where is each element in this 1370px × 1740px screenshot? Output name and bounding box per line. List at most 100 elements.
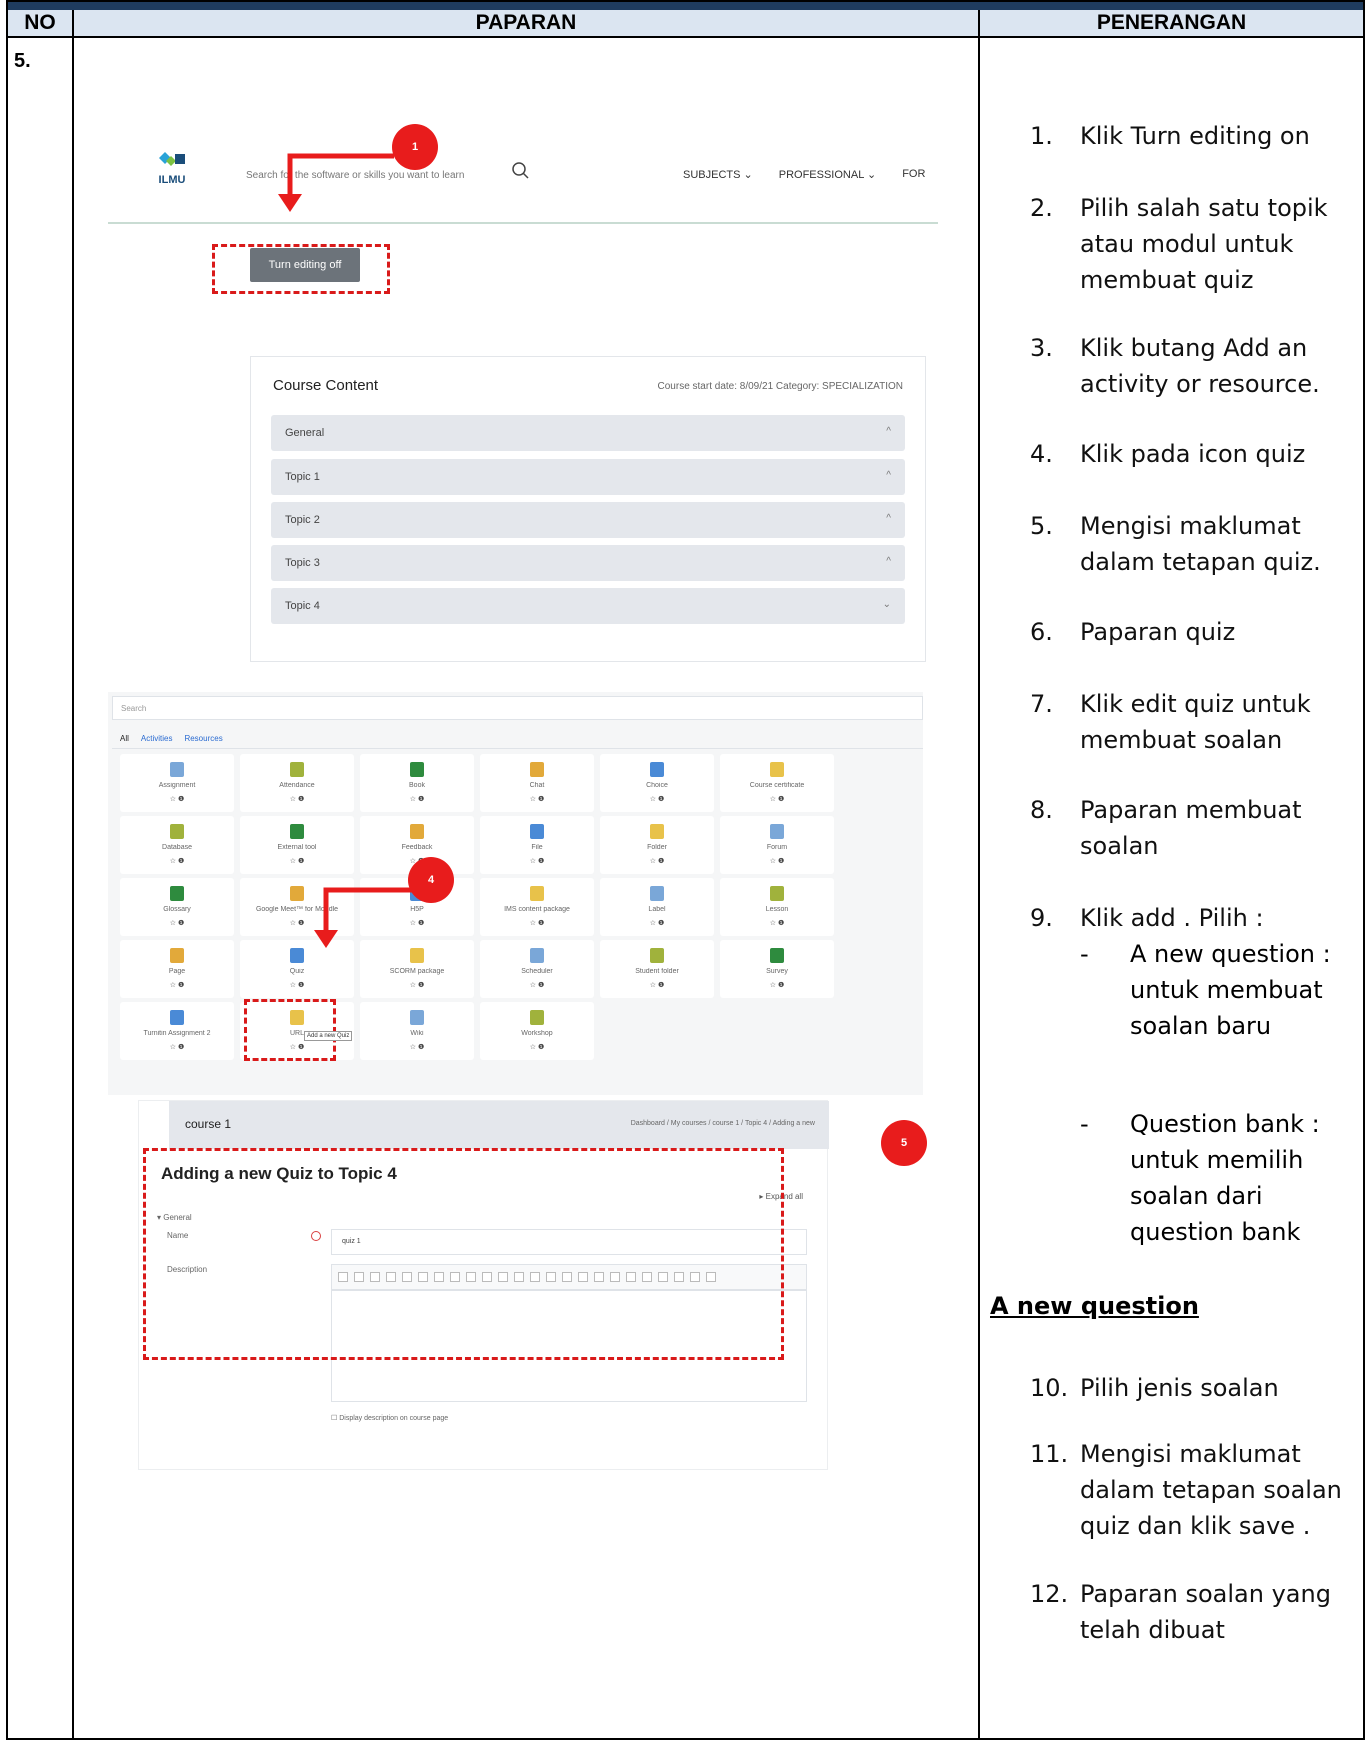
activity-tile[interactable]: Assignment ☆ ❶ (120, 754, 234, 812)
highlight-box (143, 1148, 784, 1360)
activity-label: IMS content package (504, 906, 570, 913)
activity-tile[interactable]: Folder ☆ ❶ (600, 816, 714, 874)
col-divider (72, 10, 74, 1740)
sub-step-new-question: -A new question : untuk membuat soalan b… (1080, 940, 1331, 1040)
section-general[interactable]: General ^ (271, 415, 905, 451)
star-info-icons[interactable]: ☆ ❶ (120, 1043, 234, 1051)
activity-tile[interactable]: Scheduler ☆ ❶ (480, 940, 594, 998)
activity-label: Course certificate (749, 782, 805, 789)
star-info-icons[interactable]: ☆ ❶ (480, 919, 594, 927)
activity-icon (290, 886, 304, 901)
activity-icon (410, 1010, 424, 1025)
star-info-icons[interactable]: ☆ ❶ (720, 981, 834, 989)
step-marker-4: 4 (408, 857, 454, 903)
activity-tile[interactable]: Page ☆ ❶ (120, 940, 234, 998)
section-topic-3[interactable]: Topic 3 ^ (271, 545, 905, 581)
col-divider (978, 10, 980, 1740)
subheading: A new question (990, 1292, 1199, 1320)
top-nav: SUBJECTS ⌄ PROFESSIONAL ⌄ FOR (683, 168, 925, 181)
star-info-icons[interactable]: ☆ ❶ (120, 919, 234, 927)
activity-label: Workshop (521, 1030, 553, 1037)
ilmu-logo: ILMU (152, 150, 192, 186)
activity-label: Choice (646, 782, 668, 789)
logo-icon (157, 150, 187, 172)
activity-icon (770, 886, 784, 901)
activity-tile[interactable]: Forum ☆ ❶ (720, 816, 834, 874)
course-content-title: Course Content (273, 377, 379, 394)
star-info-icons[interactable]: ☆ ❶ (720, 919, 834, 927)
activity-tile[interactable]: Turnitin Assignment 2 ☆ ❶ (120, 1002, 234, 1060)
activity-tile[interactable]: Database ☆ ❶ (120, 816, 234, 874)
activity-label: SCORM package (389, 968, 445, 975)
nav-subjects[interactable]: SUBJECTS ⌄ (683, 168, 753, 181)
star-info-icons[interactable]: ☆ ❶ (240, 981, 354, 989)
star-info-icons[interactable]: ☆ ❶ (360, 795, 474, 803)
chevron-down-icon: ⌄ (882, 599, 891, 610)
star-info-icons[interactable]: ☆ ❶ (480, 857, 594, 865)
section-topic-4[interactable]: Topic 4 ⌄ (271, 588, 905, 624)
star-info-icons[interactable]: ☆ ❶ (120, 981, 234, 989)
search-icon[interactable] (510, 160, 530, 180)
chevron-up-icon: ^ (886, 556, 891, 567)
turn-editing-button[interactable]: Turn editing off (250, 248, 360, 282)
header-no: NO (8, 10, 72, 38)
logo-text: ILMU (158, 174, 186, 186)
activity-label: File (531, 844, 543, 851)
activity-tile[interactable]: Attendance ☆ ❶ (240, 754, 354, 812)
star-info-icons[interactable]: ☆ ❶ (360, 1043, 474, 1051)
activity-icon (530, 824, 544, 839)
activity-tile[interactable]: Course certificate ☆ ❶ (720, 754, 834, 812)
activity-tile[interactable]: Lesson ☆ ❶ (720, 878, 834, 936)
activity-label: Chat (529, 782, 545, 789)
star-info-icons[interactable]: ☆ ❶ (720, 795, 834, 803)
activity-tile[interactable]: Chat ☆ ❶ (480, 754, 594, 812)
star-info-icons[interactable]: ☆ ❶ (600, 981, 714, 989)
display-description-checkbox[interactable]: ☐ Display description on course page (331, 1414, 448, 1422)
star-info-icons[interactable]: ☆ ❶ (600, 919, 714, 927)
star-info-icons[interactable]: ☆ ❶ (120, 795, 234, 803)
activity-tile[interactable]: Student folder ☆ ❶ (600, 940, 714, 998)
star-info-icons[interactable]: ☆ ❶ (600, 857, 714, 865)
star-info-icons[interactable]: ☆ ❶ (360, 981, 474, 989)
section-topic-2[interactable]: Topic 2 ^ (271, 502, 905, 538)
step-7: 7. Klik edit quiz untuk membuat soalan (1030, 690, 1311, 754)
activity-label: Survey (766, 968, 788, 975)
activity-tile[interactable]: Wiki ☆ ❶ (360, 1002, 474, 1060)
star-info-icons[interactable]: ☆ ❶ (600, 795, 714, 803)
star-info-icons[interactable]: ☆ ❶ (120, 857, 234, 865)
step-1: 1. Klik Turn editing on (1030, 122, 1310, 150)
activity-icon (170, 886, 184, 901)
section-topic-1[interactable]: Topic 1 ^ (271, 459, 905, 495)
course-name: course 1 (185, 1117, 232, 1131)
nav-for[interactable]: FOR (902, 168, 925, 181)
activity-tile[interactable]: Book ☆ ❶ (360, 754, 474, 812)
activity-icon (290, 762, 304, 777)
activity-icon (530, 886, 544, 901)
activity-label: Lesson (765, 906, 789, 913)
activity-tile[interactable]: Label ☆ ❶ (600, 878, 714, 936)
breadcrumb: Dashboard / My courses / course 1 / Topi… (630, 1120, 815, 1127)
activity-icon (290, 948, 304, 963)
activity-label: Attendance (279, 782, 315, 789)
activity-tile[interactable]: Workshop ☆ ❶ (480, 1002, 594, 1060)
activity-tile[interactable]: Glossary ☆ ❶ (120, 878, 234, 936)
activity-icon (650, 762, 664, 777)
header-description: PENERANGAN (980, 10, 1363, 38)
activity-tile[interactable]: Survey ☆ ❶ (720, 940, 834, 998)
activity-label: Student folder (635, 968, 679, 975)
step-8: 8. Paparan membuat soalan (1030, 796, 1302, 860)
header-divider (108, 222, 938, 224)
activity-label: Wiki (410, 1030, 424, 1037)
activity-tile[interactable]: Choice ☆ ❶ (600, 754, 714, 812)
activity-label: Book (409, 782, 425, 789)
star-info-icons[interactable]: ☆ ❶ (720, 857, 834, 865)
star-info-icons[interactable]: ☆ ❶ (240, 795, 354, 803)
star-info-icons[interactable]: ☆ ❶ (480, 981, 594, 989)
star-info-icons[interactable]: ☆ ❶ (480, 1043, 594, 1051)
quiz-tooltip: Add a new Quiz (304, 1031, 353, 1041)
star-info-icons[interactable]: ☆ ❶ (480, 795, 594, 803)
activity-tile[interactable]: IMS content package ☆ ❶ (480, 878, 594, 936)
nav-professional[interactable]: PROFESSIONAL ⌄ (779, 168, 876, 181)
activity-tile[interactable]: File ☆ ❶ (480, 816, 594, 874)
chevron-up-icon: ^ (886, 513, 891, 524)
